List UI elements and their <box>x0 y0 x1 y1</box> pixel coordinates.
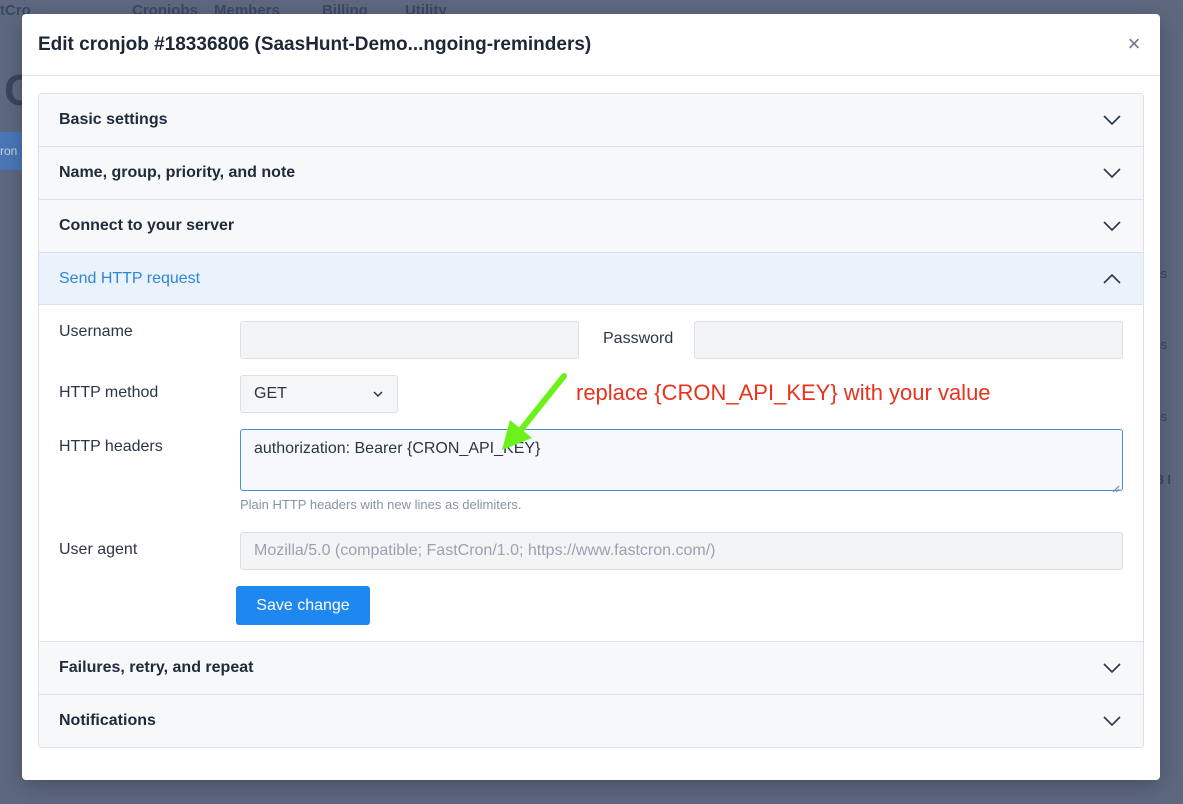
section-name-group-header[interactable]: Name, group, priority, and note <box>39 147 1143 199</box>
username-input[interactable] <box>240 321 579 359</box>
resize-handle-icon[interactable] <box>1112 480 1120 493</box>
http-headers-label: HTTP headers <box>59 438 163 455</box>
section-http-request-header[interactable]: Send HTTP request <box>39 253 1143 305</box>
section-notifications-header[interactable]: Notifications <box>39 695 1143 747</box>
close-icon[interactable]: × <box>1124 32 1144 55</box>
section-notifications: Notifications <box>39 695 1143 747</box>
section-label: Send HTTP request <box>59 269 201 287</box>
section-failures: Failures, retry, and repeat <box>39 642 1143 695</box>
section-basic-settings: Basic settings <box>39 94 1143 147</box>
save-change-button[interactable]: Save change <box>236 586 370 625</box>
user-agent-label: User agent <box>59 541 138 558</box>
http-method-select[interactable]: GET <box>240 375 398 413</box>
user-agent-placeholder: Mozilla/5.0 (compatible; FastCron/1.0; h… <box>254 542 716 559</box>
edit-cronjob-modal: Edit cronjob #18336806 (SaasHunt-Demo...… <box>22 14 1160 780</box>
chevron-down-icon <box>1101 166 1123 180</box>
section-label: Notifications <box>59 712 156 729</box>
chevron-down-icon <box>1101 113 1123 127</box>
bg-side-text: s <box>1160 266 1168 281</box>
http-headers-hint: Plain HTTP headers with new lines as del… <box>240 497 522 512</box>
bg-side-text: s <box>1160 409 1168 424</box>
section-http-request: Send HTTP request Username Password HTTP… <box>39 253 1143 642</box>
http-request-form: Username Password HTTP method GET HTTP h… <box>39 305 1143 641</box>
section-label: Failures, retry, and repeat <box>59 659 254 676</box>
section-failures-header[interactable]: Failures, retry, and repeat <box>39 642 1143 694</box>
chevron-down-icon <box>372 385 384 403</box>
user-agent-input[interactable]: Mozilla/5.0 (compatible; FastCron/1.0; h… <box>240 532 1123 570</box>
settings-accordion: Basic settings Name, group, priority, an… <box>38 93 1144 748</box>
section-label: Connect to your server <box>59 217 235 234</box>
chevron-down-icon <box>1101 661 1123 675</box>
chevron-down-icon <box>1101 714 1123 728</box>
bg-side-text: s <box>1160 337 1168 352</box>
annotation-text: replace {CRON_API_KEY} with your value <box>576 380 991 405</box>
chevron-up-icon <box>1101 272 1123 286</box>
section-label: Name, group, priority, and note <box>59 164 296 181</box>
chevron-down-icon <box>1101 219 1123 233</box>
password-label: Password <box>603 330 674 347</box>
http-method-value: GET <box>254 385 287 402</box>
http-headers-textarea[interactable]: authorization: Bearer {CRON_API_KEY} <box>240 429 1123 493</box>
username-label: Username <box>59 323 133 340</box>
section-name-group: Name, group, priority, and note <box>39 147 1143 200</box>
section-basic-settings-header[interactable]: Basic settings <box>39 94 1143 146</box>
green-arrow-icon <box>502 373 567 450</box>
section-label: Basic settings <box>59 111 168 128</box>
http-method-label: HTTP method <box>59 384 159 401</box>
modal-header: Edit cronjob #18336806 (SaasHunt-Demo...… <box>22 14 1160 76</box>
bg-tag: ron <box>0 132 22 170</box>
modal-title: Edit cronjob #18336806 (SaasHunt-Demo...… <box>38 33 592 55</box>
password-input[interactable] <box>694 321 1123 359</box>
section-connect-header[interactable]: Connect to your server <box>39 200 1143 252</box>
section-connect: Connect to your server <box>39 200 1143 253</box>
